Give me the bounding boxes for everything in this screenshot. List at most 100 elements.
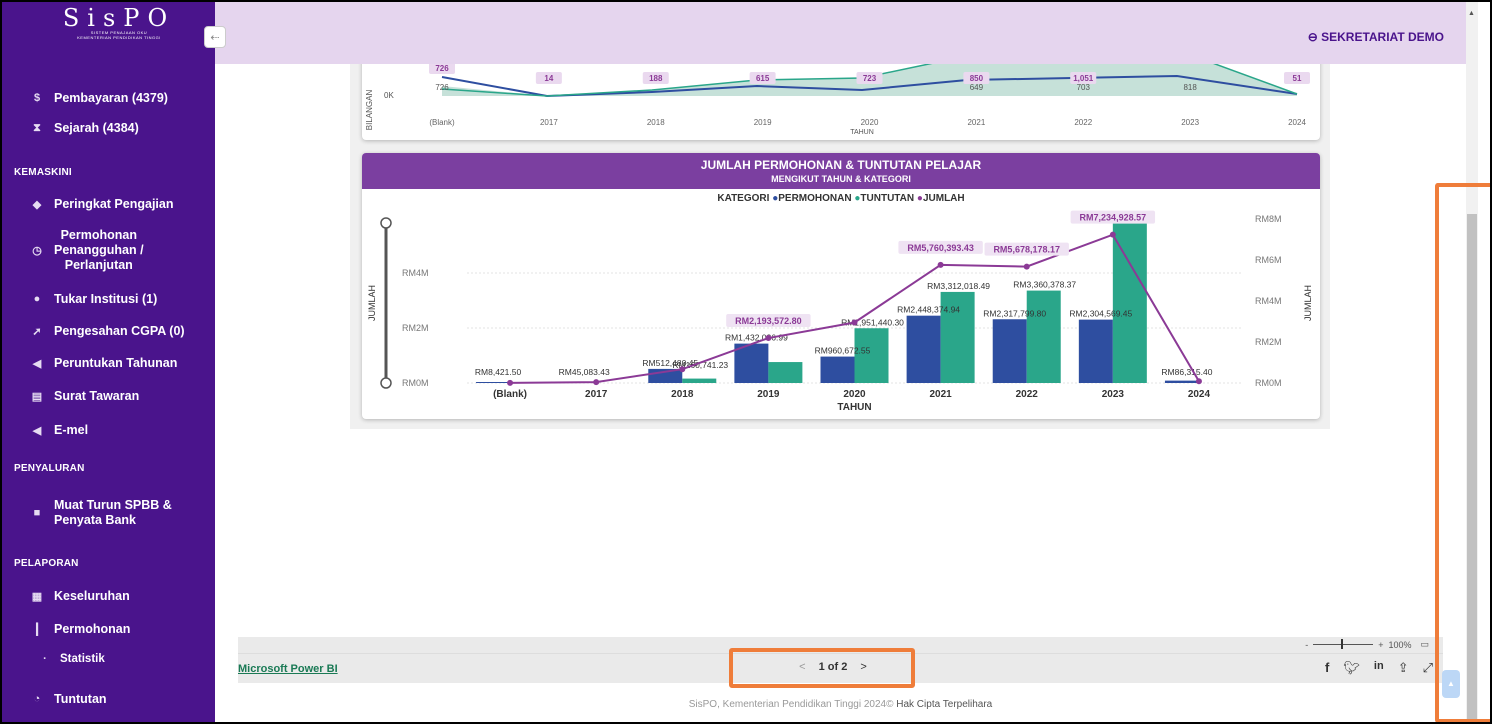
dollar-icon: $ xyxy=(33,92,41,104)
point-jumlah xyxy=(765,335,772,342)
sidebar-item-peringkat-pengajian[interactable]: ◆ Peringkat Pengajian xyxy=(2,194,215,214)
app-logo[interactable]: SisPO SISTEM PENAJAAN OKU KEMENTERIAN PE… xyxy=(60,6,178,44)
zoom-slider[interactable] xyxy=(1313,639,1374,649)
data-label: 723 xyxy=(863,74,877,83)
clock-icon: ◷ xyxy=(32,244,42,257)
powerbi-link[interactable]: Microsoft Power BI xyxy=(238,663,338,675)
data-label-permohonan: RM45,083.43 xyxy=(559,367,610,377)
linkedin-icon[interactable]: in xyxy=(1374,660,1384,676)
sidebar-item-surat-tawaran[interactable]: ▤ Surat Tawaran xyxy=(2,386,215,406)
x-tick-label: 2024 xyxy=(1288,118,1306,127)
arrow-left-icon: ⇠ xyxy=(210,32,220,44)
bar-permohonan xyxy=(1164,380,1199,383)
highlight-scrollbar xyxy=(1435,183,1490,722)
data-label-permohonan: RM2,304,569.45 xyxy=(1069,309,1132,319)
sidebar-item-statistik[interactable]: · Statistik xyxy=(2,649,215,669)
data-label-tuntutan: RM3,312,018.49 xyxy=(927,281,990,291)
sidebar-item-permohonan[interactable]: ┃ Permohonan xyxy=(2,619,215,639)
collapse-sidebar-button[interactable]: ⇠ xyxy=(204,26,226,48)
sidebar-item-pengesahan-cgpa[interactable]: ➚ Pengesahan CGPA (0) xyxy=(2,321,215,341)
data-label: 51 xyxy=(1293,74,1302,83)
chart-line-icon: ◔ xyxy=(33,693,41,705)
sidebar-item-sejarah[interactable]: ⧗ Sejarah (4384) xyxy=(2,118,215,138)
app-window: SisPO SISTEM PENAJAAN OKU KEMENTERIAN PE… xyxy=(0,0,1492,724)
y-tick-label-right: RM0M xyxy=(1255,378,1282,388)
x-axis-label: TAHUN xyxy=(837,402,871,413)
data-label-jumlah: RM2,193,572.80 xyxy=(735,316,802,326)
y-tick-label: 0K xyxy=(384,91,394,100)
x-tick-label: (Blank) xyxy=(493,389,527,400)
sidebar-item-label: Tuntutan xyxy=(54,692,107,706)
rocket-icon: ➚ xyxy=(32,325,42,338)
x-tick-label: 2022 xyxy=(1074,118,1092,127)
data-label: 703 xyxy=(1077,83,1091,92)
data-label-permohonan: RM8,421.50 xyxy=(475,367,522,377)
sidebar-item-label: E-mel xyxy=(54,423,89,437)
scroll-up-icon[interactable]: ▲ xyxy=(1468,10,1475,17)
bar-permohonan xyxy=(476,382,511,383)
point-jumlah xyxy=(593,379,600,386)
x-tick-label: 2017 xyxy=(540,118,558,127)
sidebar-item-label: Muat Turun SPBB & Penyata Bank xyxy=(54,498,172,527)
user-icon: ● xyxy=(33,293,41,305)
data-label-permohonan: RM960,672.55 xyxy=(815,346,871,356)
calculator-icon: ▦ xyxy=(31,590,43,603)
sidebar-item-peruntukan-tahunan[interactable]: ◀ Peruntukan Tahunan xyxy=(2,353,215,373)
top-chart-card: BILANGAN 0K (Blank) 726 726 2017 14 2018 188 2019… xyxy=(362,64,1320,140)
data-label-jumlah: RM5,760,393.43 xyxy=(907,243,974,253)
x-tick-label: (Blank) xyxy=(429,118,455,127)
data-label-tuntutan: RM3,360,378.37 xyxy=(1013,280,1076,290)
hourglass-icon: ⧗ xyxy=(33,121,41,134)
document-icon: ▤ xyxy=(31,390,43,403)
top-chart: BILANGAN 0K (Blank) 726 726 2017 14 2018 188 2019… xyxy=(365,64,1310,136)
fit-page-icon[interactable]: ▭ xyxy=(1420,639,1429,650)
fullscreen-icon[interactable]: ⤢ xyxy=(1423,660,1433,676)
point-jumlah xyxy=(851,319,858,326)
zoom-in-button[interactable]: + xyxy=(1378,640,1383,650)
send-icon: ◀ xyxy=(32,424,42,437)
sidebar-item-tuntutan[interactable]: ◔ Tuntutan xyxy=(2,689,215,709)
sidebar-item-label: Permohonan Penangguhan / Perlanjutan xyxy=(54,227,144,272)
logo-text: SisPO xyxy=(62,4,176,32)
bar-permohonan xyxy=(906,315,941,383)
sidebar-item-muat-turun-spbb[interactable]: ■ Muat Turun SPBB & Penyata Bank xyxy=(2,494,215,532)
x-tick-label: 2023 xyxy=(1102,389,1125,400)
bar-permohonan xyxy=(820,356,855,383)
zoom-level: 100% xyxy=(1388,639,1412,650)
x-tick-label: 2017 xyxy=(585,389,608,400)
sidebar-item-label: Statistik xyxy=(60,653,105,665)
data-label: 726 xyxy=(435,83,449,92)
facebook-icon[interactable]: f xyxy=(1325,660,1329,676)
zoom-out-button[interactable]: - xyxy=(1305,640,1308,650)
point-jumlah xyxy=(937,261,944,268)
main-chart: RM0M RM2M RM4M RM0M RM2M RM4M RM6M RM8M JUMLAH JU… xyxy=(367,210,1313,413)
sidebar-item-label: Sejarah (4384) xyxy=(54,121,139,135)
user-icon: ⊖ xyxy=(1307,30,1318,44)
data-label: 726 xyxy=(435,64,449,73)
section-kemaskini: KEMASKINI xyxy=(14,167,72,178)
data-label-permohonan: RM2,317,799.80 xyxy=(983,308,1046,318)
data-label: 818 xyxy=(1183,83,1197,92)
sidebar-item-keseluruhan[interactable]: ▦ Keseluruhan xyxy=(2,586,215,606)
zoom-slider-handle[interactable] xyxy=(1341,639,1344,649)
y-tick-label: RM0M xyxy=(402,378,429,388)
point-jumlah xyxy=(1023,263,1030,270)
dot-icon: · xyxy=(43,653,47,665)
sidebar-item-pembayaran[interactable]: $ Pembayaran (4379) xyxy=(2,88,215,108)
graduation-cap-icon: ◆ xyxy=(32,198,42,211)
x-tick-label: 2020 xyxy=(843,389,866,400)
bar-permohonan xyxy=(1078,319,1113,383)
sidebar-item-label: Tukar Institusi (1) xyxy=(54,292,158,306)
user-menu[interactable]: ⊖ SEKRETARIAT DEMO xyxy=(1308,30,1444,44)
y-tick-label-right: RM4M xyxy=(1255,296,1282,306)
bar-permohonan xyxy=(992,319,1027,383)
y-tick-label-right: RM8M xyxy=(1255,214,1282,224)
sidebar-item-email[interactable]: ◀ E-mel xyxy=(2,420,215,440)
sidebar-item-label: Pembayaran (4379) xyxy=(54,91,168,105)
sidebar: SisPO SISTEM PENAJAAN OKU KEMENTERIAN PE… xyxy=(2,2,215,722)
share-icon[interactable]: ⇪ xyxy=(1398,660,1409,676)
sidebar-item-penangguhan[interactable]: ◷ Permohonan Penangguhan / Perlanjutan xyxy=(2,225,215,275)
y-axis-label-right: JUMLAH xyxy=(1303,285,1313,321)
sidebar-item-tukar-institusi[interactable]: ● Tukar Institusi (1) xyxy=(2,289,215,309)
twitter-icon[interactable]: 🐦︎ xyxy=(1343,660,1360,676)
